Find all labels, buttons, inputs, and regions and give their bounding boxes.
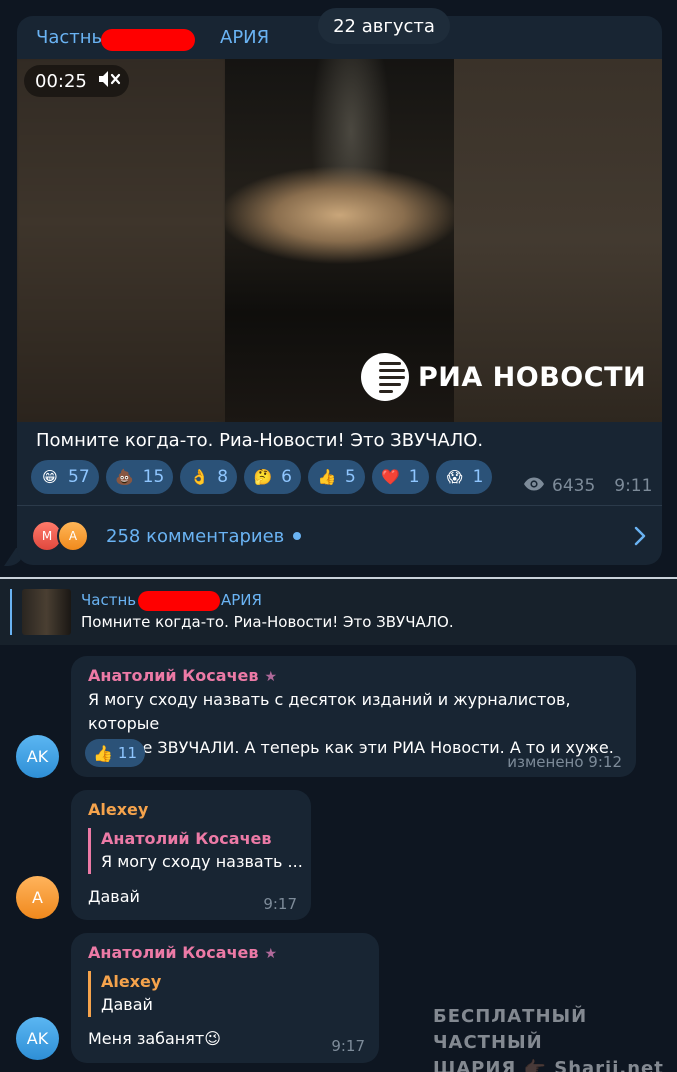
thumbs-up-emoji-icon: 👍 xyxy=(93,743,113,763)
channel-post-area: 22 августа Частнь АРИЯ 00:25 РИА НОВОСТИ… xyxy=(0,0,677,577)
watermark-line: БЕСПЛАТНЫЙ ЧАСТНЫЙ xyxy=(433,1006,588,1053)
mute-icon[interactable] xyxy=(97,69,121,94)
message-line: Я могу сходу назвать с десяток изданий и… xyxy=(88,690,571,733)
redaction-mark xyxy=(138,591,220,611)
message-text: Давай xyxy=(88,887,140,906)
discussion-origin-header[interactable]: Частнь АРИЯ Помните когда-то. Риа-Новост… xyxy=(0,579,677,645)
star-icon: ★ xyxy=(264,669,278,685)
thinking-emoji-icon: 🤔 xyxy=(253,468,273,486)
chevron-right-icon xyxy=(627,524,651,548)
reaction-scream[interactable]: 😱 1 xyxy=(435,460,493,494)
reaction-heart[interactable]: ❤️ 1 xyxy=(371,460,429,494)
poop-emoji-icon: 💩 xyxy=(115,468,134,486)
video-blur-left xyxy=(17,59,225,422)
message-author[interactable]: Анатолий Косачев ★ xyxy=(88,666,277,685)
reply-quote[interactable]: Alexey Давай xyxy=(88,971,161,1017)
divider xyxy=(17,505,662,506)
origin-channel-name-end: АРИЯ xyxy=(221,591,262,609)
reaction-poop[interactable]: 💩 15 xyxy=(105,460,174,494)
message-text: Меня забанят😉 xyxy=(88,1029,221,1048)
video-thumbnail xyxy=(22,589,71,635)
ria-novosti-logo: РИА НОВОСТИ xyxy=(361,353,646,401)
comments-count-label: 258 комментариев xyxy=(106,525,285,547)
site-watermark: БЕСПЛАТНЫЙ ЧАСТНЫЙ ШАРИЯ 👉🏿 Sharij.net xyxy=(433,1004,677,1072)
message-text: Я могу сходу назвать с десяток изданий и… xyxy=(88,688,628,760)
reply-author: Анатолий Косачев xyxy=(101,829,272,848)
reply-bar xyxy=(10,589,12,635)
reaction-grin[interactable]: 😁 57 xyxy=(31,460,99,494)
redaction-mark xyxy=(101,29,195,51)
avatar[interactable]: A xyxy=(16,876,59,919)
message-time: 9:17 xyxy=(331,1037,365,1055)
video-duration-badge[interactable]: 00:25 xyxy=(24,65,129,97)
reply-text: Давай xyxy=(101,995,153,1014)
reaction-count: 15 xyxy=(142,467,165,487)
reply-text: Я могу сходу назвать ... xyxy=(101,852,303,871)
channel-post: Частнь АРИЯ 00:25 РИА НОВОСТИ Помните ко… xyxy=(17,16,662,565)
reactions-bar: 😁 57 💩 15 👌 8 🤔 6 👍 5 ❤️ 1 😱 1 xyxy=(31,460,493,494)
post-meta: 6435 9:11 xyxy=(523,476,652,496)
comments-button[interactable]: M A 258 комментариев xyxy=(31,518,651,554)
reaction-thumbs-up[interactable]: 👍 5 xyxy=(307,460,365,494)
message-author[interactable]: Анатолий Косачев ★ xyxy=(88,943,277,962)
reaction-count: 8 xyxy=(217,467,229,487)
channel-name-end: АРИЯ xyxy=(220,27,270,48)
reaction-thinking[interactable]: 🤔 6 xyxy=(244,460,301,494)
reply-quote[interactable]: Анатолий Косачев Я могу сходу назвать ..… xyxy=(88,828,303,874)
ria-logo-icon xyxy=(361,353,409,401)
message-bubble: Анатолий Косачев ★ Alexey Давай Меня заба… xyxy=(71,933,379,1063)
reaction-count: 57 xyxy=(68,467,90,487)
avatar[interactable]: AK xyxy=(16,1017,59,1060)
message-time: 9:17 xyxy=(263,895,297,913)
message-author[interactable]: Alexey xyxy=(88,800,148,819)
message-bubble: Анатолий Косачев ★ Я могу сходу назвать с… xyxy=(71,656,636,777)
reaction-ok-hand[interactable]: 👌 8 xyxy=(180,460,238,494)
reaction-count: 5 xyxy=(344,467,356,487)
reaction-count: 1 xyxy=(408,467,420,487)
thumbs-up-emoji-icon: 👍 xyxy=(317,468,337,486)
grin-emoji-icon: 😁 xyxy=(42,468,58,486)
post-caption: Помните когда-то. Риа-Новости! Это ЗВУЧА… xyxy=(36,430,484,451)
scream-emoji-icon: 😱 xyxy=(446,468,463,486)
reaction-count: 1 xyxy=(472,467,484,487)
ria-logo-text: РИА НОВОСТИ xyxy=(418,361,647,393)
author-name: Анатолий Косачев xyxy=(88,666,259,685)
reaction-count: 11 xyxy=(117,744,138,762)
video-player[interactable]: 00:25 РИА НОВОСТИ xyxy=(17,59,662,422)
channel-name[interactable]: Частнь АРИЯ xyxy=(36,27,269,48)
channel-name-start: Частнь xyxy=(36,27,103,48)
avatar[interactable]: AK xyxy=(16,735,59,778)
reaction-thumbs-up[interactable]: 👍 11 xyxy=(85,739,146,767)
heart-emoji-icon: ❤️ xyxy=(381,468,401,486)
view-count: 6435 xyxy=(552,476,596,496)
reaction-count: 6 xyxy=(281,467,292,487)
origin-channel-name-start: Частнь xyxy=(81,591,137,609)
message-bubble: Alexey Анатолий Косачев Я могу сходу наз… xyxy=(71,790,311,920)
date-badge: 22 августа xyxy=(318,8,450,44)
star-icon: ★ xyxy=(264,946,278,962)
post-time: 9:11 xyxy=(614,476,653,496)
ok-hand-emoji-icon: 👌 xyxy=(189,468,209,486)
unread-dot-icon xyxy=(293,532,302,540)
author-name: Анатолий Косачев xyxy=(88,943,259,962)
reply-author: Alexey xyxy=(101,972,162,991)
eye-icon xyxy=(523,476,545,496)
watermark-line: ШАРИЯ 👉🏿 Sharij.net xyxy=(433,1058,664,1072)
commenter-avatar: A xyxy=(57,520,89,552)
origin-post-text: Помните когда-то. Риа-Новости! Это ЗВУЧА… xyxy=(81,613,454,631)
message-meta: изменено 9:12 xyxy=(507,753,622,771)
video-time: 00:25 xyxy=(35,70,87,92)
